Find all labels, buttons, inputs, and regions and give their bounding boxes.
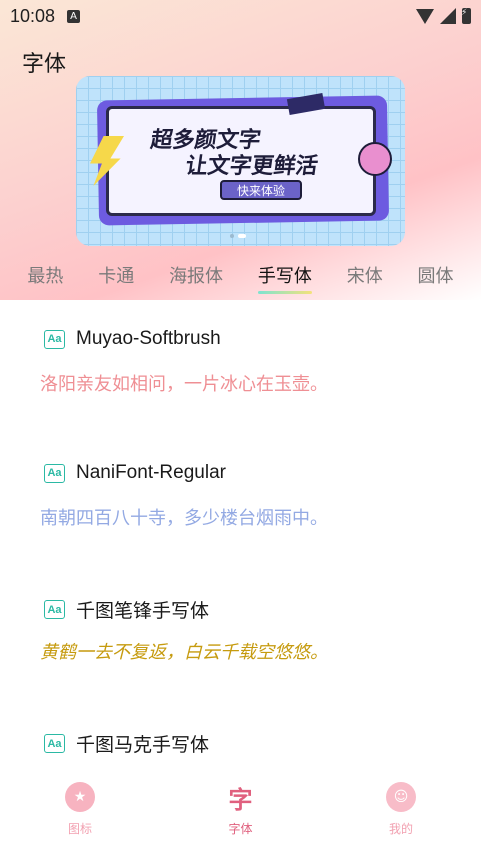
font-header: Aa 千图马克手写体	[44, 730, 209, 757]
page-title: 字体	[22, 52, 67, 77]
tab-round[interactable]: 圆体	[418, 262, 454, 288]
notification-a-icon: A	[67, 9, 81, 23]
banner-dot	[230, 234, 234, 238]
font-header: Aa NaniFont-Regular	[44, 462, 226, 484]
bottom-navigation: ★ 图标 字 字体 ☺ 我的	[0, 770, 481, 855]
status-icons	[416, 8, 471, 24]
font-header: Aa 千图笔锋手写体	[44, 596, 209, 623]
signal-icon	[440, 8, 456, 24]
nav-item-fonts[interactable]: 字 字体	[206, 770, 276, 855]
nav-item-icons[interactable]: ★ 图标	[45, 770, 115, 855]
font-name: NaniFont-Regular	[76, 462, 226, 483]
status-time: 10:08	[10, 5, 56, 26]
font-aa-icon: Aa	[44, 463, 65, 483]
font-aa-icon: Aa	[44, 600, 65, 619]
font-header: Aa Muyao-Softbrush	[44, 328, 221, 350]
font-sample-text: 南朝四百八十寺，多少楼台烟雨中。	[40, 508, 328, 529]
font-sample-text: 黄鹤一去不复返，白云千载空悠悠。	[40, 642, 328, 663]
tab-cartoon[interactable]: 卡通	[98, 262, 134, 288]
emoji-icon: ★	[65, 782, 95, 812]
font-item[interactable]: Aa NaniFont-Regular 南朝四百八十寺，多少楼台烟雨中。	[0, 444, 481, 578]
tab-poster[interactable]: 海报体	[169, 262, 223, 288]
font-name: Muyao-Softbrush	[76, 328, 221, 349]
banner-page-indicator	[230, 234, 246, 238]
tab-handwriting[interactable]: 手写体	[257, 262, 312, 294]
nav-label: 图标	[67, 822, 92, 836]
font-item[interactable]: Aa Muyao-Softbrush 洛阳亲友如相问，一片冰心在玉壶。	[0, 310, 481, 444]
wifi-icon	[416, 8, 434, 24]
category-tabs: 最热 卡通 海报体 手写体 宋体 圆体	[0, 260, 481, 294]
nav-label: 我的	[388, 822, 413, 836]
font-name: 千图笔锋手写体	[76, 601, 210, 622]
font-name: 千图马克手写体	[76, 735, 210, 756]
nav-label: 字体	[228, 822, 253, 836]
font-aa-icon: Aa	[44, 734, 65, 753]
font-icon: 字	[228, 785, 253, 814]
font-aa-icon: Aa	[44, 329, 65, 349]
banner-headline-2: 让文字更鲜活	[183, 154, 320, 179]
font-item[interactable]: Aa 千图笔锋手写体 黄鹤一去不复返，白云千载空悠悠。	[0, 578, 481, 712]
battery-icon	[461, 8, 471, 24]
banner-try-button[interactable]: 快来体验	[220, 180, 302, 200]
font-sample-text: 洛阳亲友如相问，一片冰心在玉壶。	[40, 374, 328, 395]
tab-song[interactable]: 宋体	[347, 262, 383, 288]
nav-item-mine[interactable]: ☺ 我的	[366, 770, 436, 855]
planet-icon	[358, 142, 392, 176]
tab-hottest[interactable]: 最热	[27, 262, 63, 288]
status-bar: 10:08 A	[0, 0, 481, 32]
promo-banner[interactable]: 超多颜文字 让文字更鲜活 快来体验	[76, 76, 405, 246]
smile-icon: ☺	[386, 782, 416, 812]
banner-dot-active	[238, 234, 246, 238]
